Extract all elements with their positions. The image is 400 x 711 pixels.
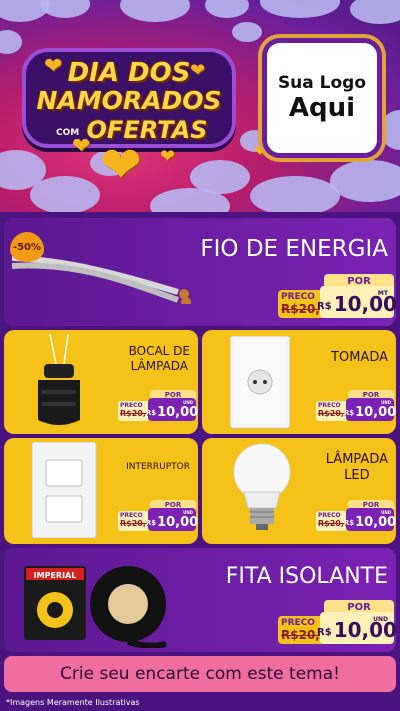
preco-label: PRECO: [120, 512, 143, 519]
tape-image: IMPERIAL: [24, 566, 167, 648]
currency: R$: [343, 409, 355, 417]
price-tag: POR PRECO R$20,00 R$ 10,00 UND: [316, 500, 396, 532]
cta-banner[interactable]: Crie seu encarte com este tema!: [4, 656, 396, 692]
price-tag: POR PRECO R$20,00 R$ 10,00 UND: [118, 500, 198, 532]
currency: R$: [145, 409, 157, 417]
heart-icon: ❤: [190, 60, 206, 81]
heart-icon: ❤: [160, 146, 176, 167]
price-tag: POR PRECO R$20,00 R$ 10,00 UND: [118, 390, 198, 422]
logo-text-line-2: Aqui: [288, 93, 356, 123]
unit-label: UND: [373, 616, 388, 623]
currency: R$: [317, 301, 332, 312]
product-name: INTERRUPTOR: [126, 462, 190, 472]
preco-label: PRECO: [281, 292, 315, 302]
currency: R$: [145, 519, 157, 527]
product-card-bocal-de-lampada[interactable]: BOCAL DE LÂMPADA POR PRECO R$20,00 R$ 10…: [4, 330, 198, 434]
old-price: R$20,00: [120, 519, 158, 528]
unit-label: UND: [381, 510, 391, 515]
product-name: TOMADA: [331, 350, 388, 365]
currency: R$: [343, 519, 355, 527]
product-name: FIO DE ENERGIA: [200, 236, 388, 262]
unit-label: UND: [381, 400, 391, 405]
logo-text-line-1: Sua Logo: [277, 73, 367, 93]
price-tag: POR PRECO R$20,00 R$ 10,00 UND: [278, 600, 396, 646]
old-price: R$20,00: [318, 519, 356, 528]
tape-brand: IMPERIAL: [34, 571, 77, 580]
heart-icon: ❤: [100, 136, 142, 194]
socket-image: [38, 334, 80, 425]
old-price: R$20,00: [281, 628, 337, 642]
title-line-2: NAMORADOS: [36, 86, 222, 115]
price-value: 10,00: [157, 515, 198, 530]
footnote: *Imagens Meramente Ilustrativas: [6, 698, 140, 707]
discount-badge: -50%: [10, 232, 44, 262]
price-value: 10,00: [355, 515, 396, 530]
led-bulb-image: [233, 443, 291, 530]
product-card-fio-de-energia[interactable]: FIO DE ENERGIA POR PRECO R$20,00 R$ 10,0…: [4, 218, 396, 326]
old-price: R$20,00: [120, 409, 158, 418]
product-card-interruptor[interactable]: INTERRUPTOR POR PRECO R$20,00 R$ 10,00 U…: [4, 438, 198, 544]
product-card-fita-isolante[interactable]: IMPERIAL FITA ISOLANTE POR PRECO R$20,00…: [4, 548, 396, 652]
header-banner: DIA DOS NAMORADOS COM OFERTAS ❤ ❤ ❤ ❤ ❤ …: [0, 0, 400, 212]
product-name: BOCAL DE LÂMPADA: [128, 344, 190, 373]
product-card-lampada-led[interactable]: LÂMPADA LED POR PRECO R$20,00 R$ 10,00 U…: [202, 438, 396, 544]
logo-placeholder[interactable]: Sua Logo Aqui: [262, 38, 382, 158]
unit-label: MT: [377, 290, 388, 297]
old-price: R$20,00: [318, 409, 356, 418]
preco-label: PRECO: [281, 618, 315, 628]
heart-icon: ❤: [44, 54, 63, 79]
price-tag: POR PRECO R$20,00 R$ 10,00 UND: [316, 390, 396, 422]
product-name: FITA ISOLANTE: [225, 564, 388, 589]
product-card-tomada[interactable]: TOMADA POR PRECO R$20,00 R$ 10,00 UND: [202, 330, 396, 434]
switch-image: [32, 442, 97, 538]
preco-label: PRECO: [318, 402, 341, 409]
heart-icon: ❤: [72, 134, 91, 159]
unit-label: UND: [183, 400, 193, 405]
old-price: R$20,00: [281, 302, 337, 316]
unit-label: UND: [183, 510, 193, 515]
preco-label: PRECO: [120, 402, 143, 409]
price-value: 10,00: [355, 405, 396, 420]
product-name: LÂMPADA LED: [325, 452, 388, 483]
price-tag: POR PRECO R$20,00 R$ 10,00 MT: [278, 274, 396, 320]
outlet-image: [230, 336, 290, 429]
price-value: 10,00: [157, 405, 198, 420]
currency: R$: [317, 627, 332, 638]
preco-label: PRECO: [318, 512, 341, 519]
